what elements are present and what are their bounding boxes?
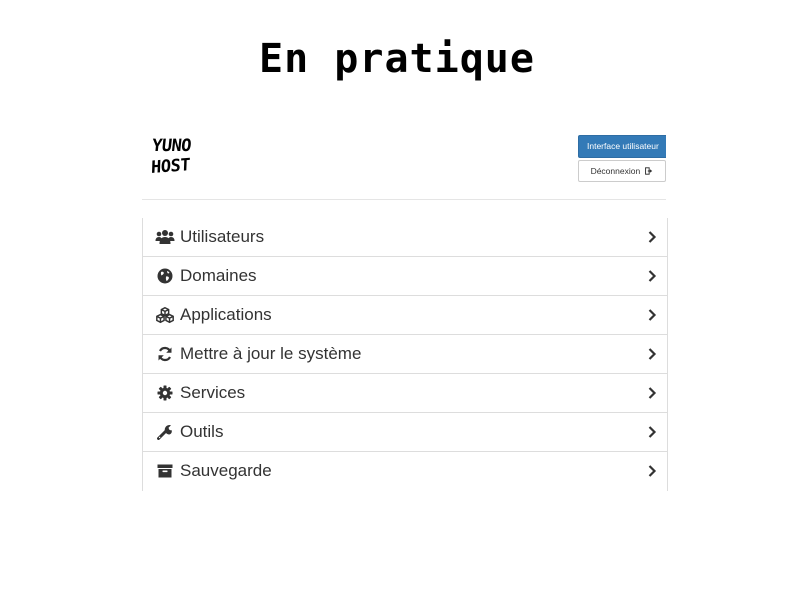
refresh-icon: [155, 345, 175, 363]
sign-out-icon: [643, 167, 653, 176]
menu-item-users[interactable]: Utilisateurs: [143, 218, 667, 257]
globe-icon: [155, 267, 175, 285]
menu-item-applications[interactable]: Applications: [143, 296, 667, 335]
chevron-right-icon: [647, 425, 657, 439]
gear-icon: [155, 384, 175, 402]
archive-icon: [155, 462, 175, 480]
menu-item-label: Outils: [180, 422, 224, 441]
admin-panel: YUNO HOST Interface utilisateur Déconnex…: [142, 126, 668, 496]
menu-item-label: Applications: [180, 305, 272, 324]
menu-item-label: Mettre à jour le système: [180, 344, 362, 363]
logout-button[interactable]: Déconnexion: [578, 160, 666, 182]
yunohost-logo[interactable]: YUNO HOST: [150, 136, 206, 182]
chevron-right-icon: [647, 464, 657, 478]
chevron-right-icon: [647, 308, 657, 322]
cubes-icon: [155, 306, 175, 324]
logout-button-label: Déconnexion: [590, 166, 641, 176]
chevron-right-icon: [647, 386, 657, 400]
menu-item-label: Domaines: [180, 266, 257, 285]
chevron-right-icon: [647, 230, 657, 244]
user-interface-button[interactable]: Interface utilisateur: [578, 135, 666, 158]
wrench-icon: [155, 423, 175, 441]
slide-title: En pratique: [259, 36, 535, 82]
chevron-right-icon: [647, 269, 657, 283]
user-interface-button-label: Interface utilisateur: [587, 141, 659, 151]
menu-item-label: Utilisateurs: [180, 227, 265, 246]
menu-item-label: Services: [180, 383, 246, 402]
logo-line-2: HOST: [150, 155, 191, 178]
logo-line-1: YUNO: [150, 136, 193, 156]
menu-item-services[interactable]: Services: [143, 374, 667, 413]
menu-item-domains[interactable]: Domaines: [143, 257, 667, 296]
chevron-right-icon: [647, 347, 657, 361]
menu-item-label: Sauvegarde: [180, 461, 272, 480]
users-icon: [155, 228, 175, 246]
menu-item-tools[interactable]: Outils: [143, 413, 667, 452]
header: YUNO HOST Interface utilisateur Déconnex…: [142, 126, 666, 200]
menu-item-system-update[interactable]: Mettre à jour le système: [143, 335, 667, 374]
menu-item-backup[interactable]: Sauvegarde: [143, 452, 667, 491]
main-menu: Utilisateurs Domaines Applications Mettr…: [142, 218, 668, 491]
